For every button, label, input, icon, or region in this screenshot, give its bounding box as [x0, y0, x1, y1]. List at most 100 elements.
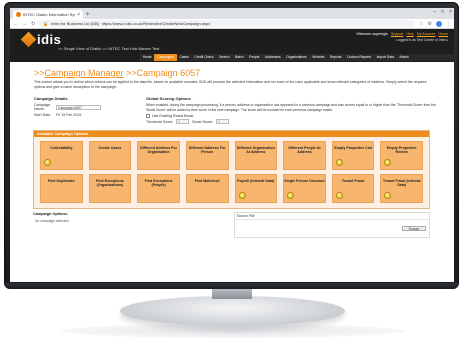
menu-item-admin[interactable]: Admin: [397, 54, 412, 61]
coin-icon: [238, 192, 246, 200]
option-card[interactable]: Find Duplicates: [40, 174, 83, 204]
coin-icon: [335, 192, 343, 200]
option-card-label: Different Organisation At Address: [236, 146, 275, 155]
menu-item-custom-reports[interactable]: Custom Reports: [344, 54, 373, 61]
monitor-screen: INTEC Diablo Information Syste × + – □ ×…: [10, 8, 454, 282]
reload-icon[interactable]: ↻: [31, 21, 35, 27]
star-icon[interactable]: ☆: [419, 21, 423, 27]
source-file-title: Source File: [234, 213, 429, 221]
details-row: Campaign Details Campaign Name: Campaign…: [34, 96, 438, 125]
address-bar[interactable]: 🔒 Intec for Business Ltd [GB] https://ww…: [39, 20, 416, 27]
stage: INTEC Diablo Information Syste × + – □ ×…: [0, 0, 465, 349]
menu-item-addresses[interactable]: Addresses: [262, 54, 283, 61]
campaign-details-heading: Campaign Details: [34, 96, 68, 101]
option-card[interactable]: Find Exceptions (People): [137, 174, 180, 204]
page-intro: This screen allows you to define which c…: [34, 80, 427, 89]
option-card[interactable]: Empty Properties Review: [380, 141, 423, 171]
maximize-icon[interactable]: □: [441, 9, 444, 15]
campaign-name-label: Campaign Name:: [34, 103, 51, 111]
option-card[interactable]: Collectability: [40, 141, 83, 171]
menu-item-cases[interactable]: Cases: [177, 54, 192, 61]
option-card[interactable]: Tenant Fraud (Internal Data): [380, 174, 423, 204]
minimize-icon[interactable]: –: [433, 9, 436, 15]
option-card[interactable]: Empty Properties Call: [331, 141, 375, 171]
menu-item-organisations[interactable]: Organisations: [283, 54, 309, 61]
menu-item-import-data[interactable]: Import Data: [374, 54, 397, 61]
start-date-label: Start Date:: [34, 112, 52, 117]
favicon-icon: [16, 12, 21, 17]
global-scoring: Global Scoring Options When enabled, dur…: [146, 96, 438, 125]
campaign-manager-link[interactable]: Campaign Manager: [45, 68, 124, 78]
option-card-label: Different Address For Person: [188, 146, 226, 155]
back-icon[interactable]: ←: [13, 21, 18, 27]
campaign-details: Campaign Details Campaign Name: Campaign…: [34, 96, 146, 124]
menu-item-people[interactable]: People: [246, 54, 262, 61]
window-controls: – □ ×: [433, 9, 452, 15]
title-prefix: >>: [34, 68, 45, 78]
logo-text: idis: [37, 32, 62, 47]
option-card[interactable]: Find Matches2: [185, 174, 229, 204]
forward-icon[interactable]: →: [22, 21, 27, 27]
menu-icon[interactable]: ⋮: [446, 21, 451, 27]
coin-icon: [335, 159, 343, 167]
address-bar-row: ← → ↻ 🔒 Intec for Business Ltd [GB] http…: [10, 19, 454, 29]
extension-icon[interactable]: ⚙: [428, 21, 432, 27]
boost-select[interactable]: 0: [215, 119, 229, 125]
home-link[interactable]: Home: [438, 32, 448, 36]
global-scoring-heading: Global Scoring Options: [146, 96, 191, 101]
browse-button[interactable]: Browse: [402, 226, 426, 232]
threshold-select[interactable]: 0: [176, 119, 190, 125]
menu-item-search[interactable]: Search: [216, 54, 232, 61]
option-card[interactable]: Different Address For Organisation: [137, 141, 180, 171]
url-prefix: Intec for Business Ltd [GB]: [51, 21, 99, 26]
campaign-options-title: Campaign Options:: [33, 212, 69, 217]
campaign-name-input[interactable]: Campaign 6057: [56, 104, 101, 110]
boost-checkbox-row[interactable]: Use Existing Result Boost: [146, 114, 438, 119]
browser-tab-title: INTEC Diablo Information Syste: [23, 12, 76, 17]
boost-checkbox[interactable]: [146, 114, 150, 119]
option-card-label: Find Exceptions (Organisations): [96, 179, 124, 188]
menu-item-batch[interactable]: Batch: [232, 54, 246, 61]
page-content: >>Campaign Manager >>Campaign 6057 This …: [10, 62, 454, 125]
window-close-icon[interactable]: ×: [449, 9, 452, 15]
menu-item-home[interactable]: Home: [140, 54, 154, 61]
option-card-label: Tenant Fraud: [341, 179, 365, 184]
lock-icon: 🔒: [43, 21, 49, 26]
option-card[interactable]: Single Person Discount: [283, 174, 326, 204]
help-link[interactable]: Help: [406, 32, 413, 36]
monitor-stand: [120, 296, 345, 326]
option-card-label: Different People At Address: [288, 146, 321, 155]
menu-item-reports[interactable]: Reports: [327, 54, 344, 61]
profile-avatar[interactable]: [436, 20, 442, 27]
option-card[interactable]: Different Organisation At Address: [234, 141, 278, 171]
campaign-options-selected: Campaign Options: No campaign selected.: [33, 212, 228, 238]
page-title: >>Campaign Manager >>Campaign 6057: [34, 68, 438, 78]
option-card[interactable]: Different People At Address: [283, 141, 326, 171]
welcome-bar: Welcome superegis Support Help My Accoun…: [356, 32, 448, 36]
option-card-label: Find Exceptions (People): [144, 179, 173, 188]
global-scoring-text: When enabled, during the campaign proces…: [146, 103, 436, 112]
idis-logo[interactable]: idis: [20, 31, 62, 48]
floor-shadow: [60, 324, 405, 338]
option-card[interactable]: Different Address For Person: [185, 141, 229, 171]
option-card[interactable]: Find Exceptions (Organisations): [88, 174, 132, 204]
breadcrumb: >> Single View of Diablo >> INTEC Test H…: [58, 46, 160, 51]
option-card-label: Find Matches2: [194, 179, 220, 184]
option-card[interactable]: Create Cases: [88, 141, 132, 171]
my-account-link[interactable]: My Account: [417, 32, 436, 36]
support-link[interactable]: Support: [391, 32, 404, 36]
menu-item-credit-check[interactable]: Credit Check: [192, 54, 217, 61]
option-card-label: Collectability: [50, 146, 73, 151]
option-card[interactable]: Tenant Fraud: [331, 174, 375, 204]
browser-tab[interactable]: INTEC Diablo Information Syste ×: [13, 10, 83, 19]
start-date-row: Start Date: Fri 15 Feb 2019: [34, 113, 146, 117]
new-tab-icon[interactable]: +: [86, 11, 90, 19]
campaign-name-row: Campaign Name: Campaign 6057: [34, 103, 146, 111]
threshold-label: Threshold Score:: [146, 119, 174, 124]
welcome-text: Welcome superegis: [356, 32, 388, 36]
url-text: https://www.i-idis.co.uk/Restricted/Crea…: [101, 21, 211, 26]
menu-item-vehicles[interactable]: Vehicles: [309, 54, 327, 61]
menu-item-campaigns[interactable]: Campaigns: [154, 54, 177, 61]
option-card[interactable]: Payroll (Internal Data): [234, 174, 278, 204]
close-icon[interactable]: ×: [77, 12, 80, 18]
